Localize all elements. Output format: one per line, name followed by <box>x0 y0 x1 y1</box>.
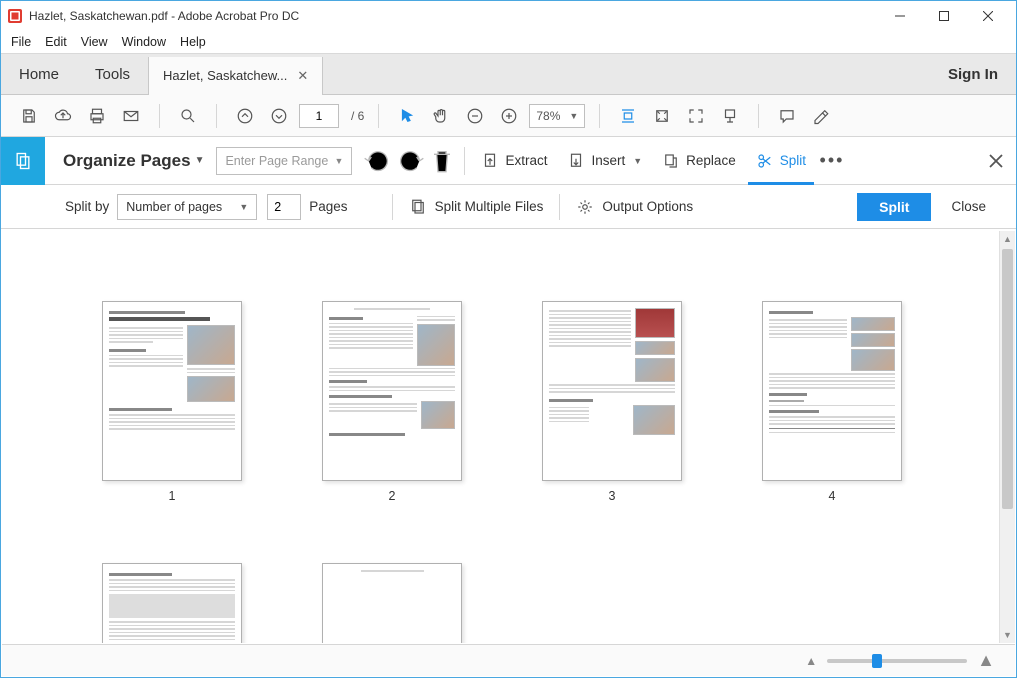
menu-view[interactable]: View <box>81 35 108 49</box>
zoom-out-icon[interactable] <box>461 102 489 130</box>
sign-in-button[interactable]: Sign In <box>930 54 1016 94</box>
zoom-slider-knob[interactable] <box>872 654 882 668</box>
thumbnail-area: 1 2 <box>2 231 1015 643</box>
split-multiple-button[interactable]: Split Multiple Files <box>409 198 544 216</box>
scroll-up-icon[interactable]: ▲ <box>1000 231 1015 247</box>
tab-document[interactable]: Hazlet, Saskatchew... ✕ <box>148 57 323 94</box>
split-action-button[interactable]: Split <box>857 193 931 221</box>
page-number-label: 3 <box>609 489 616 503</box>
page-down-icon[interactable] <box>265 102 293 130</box>
email-icon[interactable] <box>117 102 145 130</box>
zoom-dropdown[interactable]: 78%▼ <box>529 104 585 128</box>
scrollbar-thumb[interactable] <box>1002 249 1013 509</box>
delete-icon[interactable] <box>426 145 458 177</box>
fullscreen-icon[interactable] <box>682 102 710 130</box>
organize-pages-icon <box>1 137 45 185</box>
close-window-button[interactable] <box>966 2 1010 30</box>
cloud-upload-icon[interactable] <box>49 102 77 130</box>
titlebar: Hazlet, Saskatchewan.pdf - Adobe Acrobat… <box>1 1 1016 31</box>
save-icon[interactable] <box>15 102 43 130</box>
split-method-dropdown[interactable]: Number of pages▼ <box>117 194 257 220</box>
organize-close-button[interactable] <box>976 154 1016 168</box>
page-thumbnail[interactable] <box>102 563 242 643</box>
hand-icon[interactable] <box>427 102 455 130</box>
search-icon[interactable] <box>174 102 202 130</box>
menu-window[interactable]: Window <box>122 35 166 49</box>
zoom-small-icon[interactable]: ▲ <box>805 654 817 668</box>
split-close-button[interactable]: Close <box>951 199 986 214</box>
app-icon <box>7 8 23 24</box>
organize-title[interactable]: Organize Pages▼ <box>45 151 216 171</box>
menu-edit[interactable]: Edit <box>45 35 67 49</box>
page-number-input[interactable] <box>299 104 339 128</box>
organize-bar: Organize Pages▼ Enter Page Range ▼ Extra… <box>1 137 1016 185</box>
page-thumbnail[interactable] <box>322 563 462 643</box>
menubar: File Edit View Window Help <box>1 31 1016 53</box>
page-number-label: 1 <box>169 489 176 503</box>
zoom-in-icon[interactable] <box>495 102 523 130</box>
tab-close-icon[interactable]: ✕ <box>297 68 308 84</box>
page-thumbnail[interactable]: 4 <box>762 301 902 503</box>
tab-tools[interactable]: Tools <box>77 54 148 94</box>
more-tools-button[interactable]: ••• <box>816 150 848 171</box>
tab-row: Home Tools Hazlet, Saskatchew... ✕ ? Sig… <box>1 53 1016 95</box>
window-title: Hazlet, Saskatchewan.pdf - Adobe Acrobat… <box>29 9 299 23</box>
menu-file[interactable]: File <box>11 35 31 49</box>
insert-button[interactable]: Insert ▼ <box>557 145 652 177</box>
scroll-down-icon[interactable]: ▼ <box>1000 627 1015 643</box>
page-thumbnail[interactable]: 1 <box>102 301 242 503</box>
pages-label: Pages <box>309 199 347 214</box>
page-thumbnail[interactable]: 3 <box>542 301 682 503</box>
vertical-scrollbar[interactable]: ▲ ▼ <box>999 231 1015 643</box>
page-number-label: 2 <box>389 489 396 503</box>
split-bar: Split by Number of pages▼ Pages Split Mu… <box>1 185 1016 229</box>
print-icon[interactable] <box>83 102 111 130</box>
page-total: / 6 <box>351 109 364 123</box>
split-tool-button[interactable]: Split <box>746 145 816 177</box>
main-toolbar: / 6 78%▼ <box>1 95 1016 137</box>
highlight-icon[interactable] <box>807 102 835 130</box>
minimize-button[interactable] <box>878 2 922 30</box>
page-number-label: 4 <box>829 489 836 503</box>
zoom-large-icon[interactable]: ▲ <box>977 650 995 671</box>
menu-help[interactable]: Help <box>180 35 206 49</box>
tab-home[interactable]: Home <box>1 54 77 94</box>
rotate-right-icon[interactable] <box>394 145 426 177</box>
pointer-icon[interactable] <box>393 102 421 130</box>
zoom-value: 78% <box>536 109 560 123</box>
page-range-input[interactable]: Enter Page Range ▼ <box>216 147 352 175</box>
output-options-button[interactable]: Output Options <box>576 198 693 216</box>
comment-icon[interactable] <box>773 102 801 130</box>
tab-document-label: Hazlet, Saskatchew... <box>163 68 287 83</box>
zoom-slider[interactable] <box>827 659 967 663</box>
maximize-button[interactable] <box>922 2 966 30</box>
page-range-placeholder: Enter Page Range <box>225 154 328 168</box>
rotate-left-icon[interactable] <box>362 145 394 177</box>
split-count-input[interactable] <box>267 194 301 220</box>
page-up-icon[interactable] <box>231 102 259 130</box>
page-thumbnail[interactable]: 2 <box>322 301 462 503</box>
extract-button[interactable]: Extract <box>471 145 557 177</box>
replace-button[interactable]: Replace <box>652 145 746 177</box>
fit-page-icon[interactable] <box>648 102 676 130</box>
bottom-bar: ▲ ▲ <box>2 644 1015 676</box>
fit-width-icon[interactable] <box>614 102 642 130</box>
split-by-label: Split by <box>65 199 109 214</box>
reading-mode-icon[interactable] <box>716 102 744 130</box>
